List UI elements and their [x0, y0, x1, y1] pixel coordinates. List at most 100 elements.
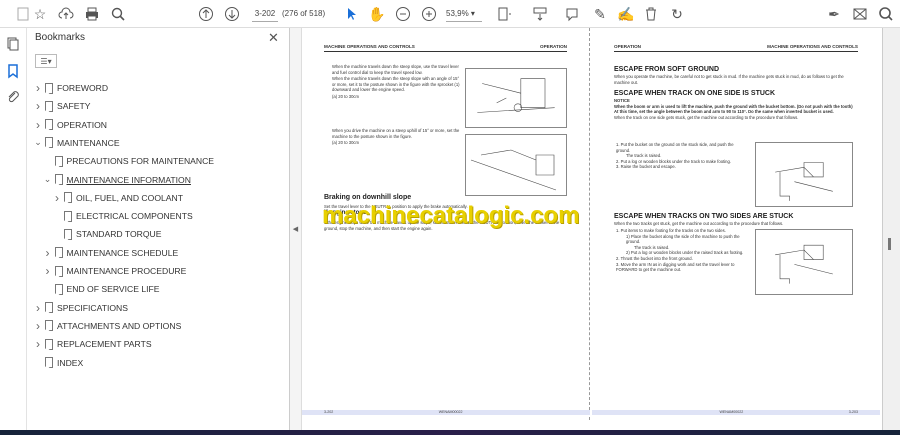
vertical-scrollbar[interactable] [882, 28, 900, 430]
step-3: 3. Raise the bucket and escape. [616, 164, 676, 170]
bullet-1-detail: When the machine travels down the steep … [332, 76, 460, 93]
bookmark-icon [45, 302, 53, 314]
account-icon[interactable] [876, 4, 896, 24]
bookmark-label: MAINTENANCE [57, 137, 120, 148]
delete-icon[interactable] [641, 4, 661, 24]
chevron-down-icon[interactable]: ⌄ [33, 137, 43, 148]
page-header: OPERATION MACHINE OPERATIONS AND CONTROLS [614, 44, 858, 52]
chevron-down-icon[interactable]: ⌄ [43, 174, 53, 185]
next-page-icon[interactable] [222, 4, 242, 24]
search-icon[interactable] [108, 4, 128, 24]
footer-page: 3-202 [324, 410, 334, 414]
bullet-1-note: (a) 20 to 30cm [332, 93, 359, 99]
bookmark-item[interactable]: › MAINTENANCE PROCEDURE [43, 263, 187, 279]
step-1: 1. Put the bucket on the ground on the s… [616, 142, 734, 153]
chevron-right-icon[interactable]: › [43, 246, 53, 260]
watermark: machinecatalogic.com [322, 202, 580, 229]
upload-cloud-icon[interactable] [56, 4, 76, 24]
page-footer: WENAM00022 3-203 [592, 410, 880, 415]
chevron-right-icon[interactable]: › [33, 81, 43, 95]
chevron-right-icon[interactable]: › [43, 264, 53, 278]
scroll-thumb[interactable] [888, 238, 891, 250]
bookmark-item[interactable]: › OIL, FUEL, AND COOLANT [52, 190, 183, 206]
zoom-level-select[interactable]: 53,9% ▾ [446, 6, 482, 22]
taskbar [0, 430, 900, 435]
chevron-right-icon[interactable]: › [33, 301, 43, 315]
previous-page-icon[interactable] [196, 4, 216, 24]
close-icon[interactable]: ✕ [268, 30, 279, 46]
bookmark-item[interactable]: ⌄ MAINTENANCE [33, 135, 120, 151]
zoom-out-icon[interactable] [393, 4, 413, 24]
bookmarks-icon[interactable] [3, 61, 23, 81]
bookmark-item[interactable]: › SPECIFICATIONS [33, 300, 128, 316]
toolbar: ☆ 3-202 (276 of 518) ✋ 53,9% ▾ ✎ ✍ ↻ ✒ [0, 0, 900, 28]
highlight-pen-icon[interactable]: ✎ [590, 4, 610, 24]
page-thumbnails-icon[interactable] [3, 34, 23, 54]
sign-icon[interactable]: ✍ [616, 4, 636, 24]
star-icon[interactable]: ☆ [30, 4, 50, 24]
bookmark-icon [45, 82, 53, 94]
bookmark-item[interactable]: › FOREWORD [33, 80, 108, 96]
bookmark-icon [54, 174, 63, 185]
bookmark-label: MAINTENANCE PROCEDURE [66, 266, 187, 276]
bookmark-icon [45, 338, 53, 350]
bookmark-label: SAFETY [57, 101, 91, 112]
bullet-2: When you drive the machine on a steep up… [332, 128, 460, 139]
page-3-203: OPERATION MACHINE OPERATIONS AND CONTROLS… [592, 28, 880, 420]
heading-braking: Braking on downhill slope [324, 194, 412, 201]
chevron-right-icon[interactable]: › [33, 337, 43, 351]
bookmark-label: INDEX [57, 357, 84, 368]
chevron-right-icon[interactable]: › [33, 99, 43, 113]
email-icon[interactable] [850, 4, 870, 24]
bookmark-item[interactable]: › OPERATION [33, 117, 107, 133]
fit-page-icon[interactable] [494, 4, 514, 24]
scroll-mode-icon[interactable] [530, 4, 550, 24]
heading-soft-ground: ESCAPE FROM SOFT GROUND [614, 66, 720, 73]
bookmark-label: STANDARD TORQUE [76, 229, 162, 240]
chevron-right-icon[interactable]: › [33, 118, 43, 132]
bookmark-label: END OF SERVICE LIFE [66, 284, 160, 295]
bookmark-item[interactable]: END OF SERVICE LIFE [43, 281, 160, 297]
zoom-value: 53,9% [446, 9, 469, 18]
hand-tool-icon[interactable]: ✋ [367, 4, 387, 24]
figure-uphill [465, 134, 567, 196]
one-side-intro: When the track on one side gets stuck, g… [614, 114, 799, 120]
bookmark-item[interactable]: › MAINTENANCE SCHEDULE [43, 245, 179, 261]
heading-two-sides: ESCAPE WHEN TRACKS ON TWO SIDES ARE STUC… [614, 213, 794, 220]
header-left: MACHINE OPERATIONS AND CONTROLS [324, 44, 415, 49]
comment-icon[interactable] [562, 4, 582, 24]
zoom-in-icon[interactable] [419, 4, 439, 24]
chevron-right-icon[interactable]: › [33, 319, 43, 333]
bookmark-item[interactable]: › SAFETY [33, 98, 90, 114]
bookmark-icon [54, 247, 63, 259]
bookmark-options-button[interactable]: ☰▾ [35, 54, 57, 68]
bookmark-item[interactable]: › ATTACHMENTS AND OPTIONS [33, 318, 181, 334]
bookmark-item[interactable]: INDEX [33, 355, 83, 371]
bookmark-icon [54, 265, 63, 277]
page-footer: 3-202 WENAM00022 [302, 410, 590, 415]
bookmark-label: SPECIFICATIONS [57, 302, 128, 313]
bookmark-item[interactable]: ELECTRICAL COMPONENTS [52, 208, 193, 224]
bookmark-icon [45, 100, 53, 112]
select-cursor-icon[interactable] [341, 4, 361, 24]
collapse-panel-button[interactable]: ◀ [290, 28, 302, 430]
bookmark-item[interactable]: › REPLACEMENT PARTS [33, 336, 152, 352]
fill-sign-icon[interactable]: ✒ [824, 4, 844, 24]
attachments-icon[interactable] [3, 87, 23, 107]
two-step-3: 3. Move the arm IN as in digging work an… [616, 261, 735, 273]
bookmark-icon [64, 228, 72, 240]
left-tool-rail [0, 28, 27, 430]
chevron-right-icon[interactable]: › [52, 191, 62, 205]
bookmark-item[interactable]: STANDARD TORQUE [52, 226, 161, 242]
print-icon[interactable] [82, 4, 102, 24]
two-step-1-1: 1) Place the bucket along the side of th… [626, 233, 740, 245]
bookmark-item[interactable]: ⌄ MAINTENANCE INFORMATION [43, 172, 191, 188]
rotate-icon[interactable]: ↻ [667, 4, 687, 24]
heading-one-side: ESCAPE WHEN TRACK ON ONE SIDE IS STUCK [614, 90, 776, 98]
bookmark-label: MAINTENANCE SCHEDULE [66, 247, 179, 258]
page-number-input[interactable]: 3-202 [252, 6, 278, 22]
header-right: OPERATION [540, 44, 567, 49]
bookmark-item[interactable]: PRECAUTIONS FOR MAINTENANCE [43, 153, 215, 169]
bookmark-label: PRECAUTIONS FOR MAINTENANCE [66, 156, 215, 167]
bookmark-icon [45, 119, 53, 131]
